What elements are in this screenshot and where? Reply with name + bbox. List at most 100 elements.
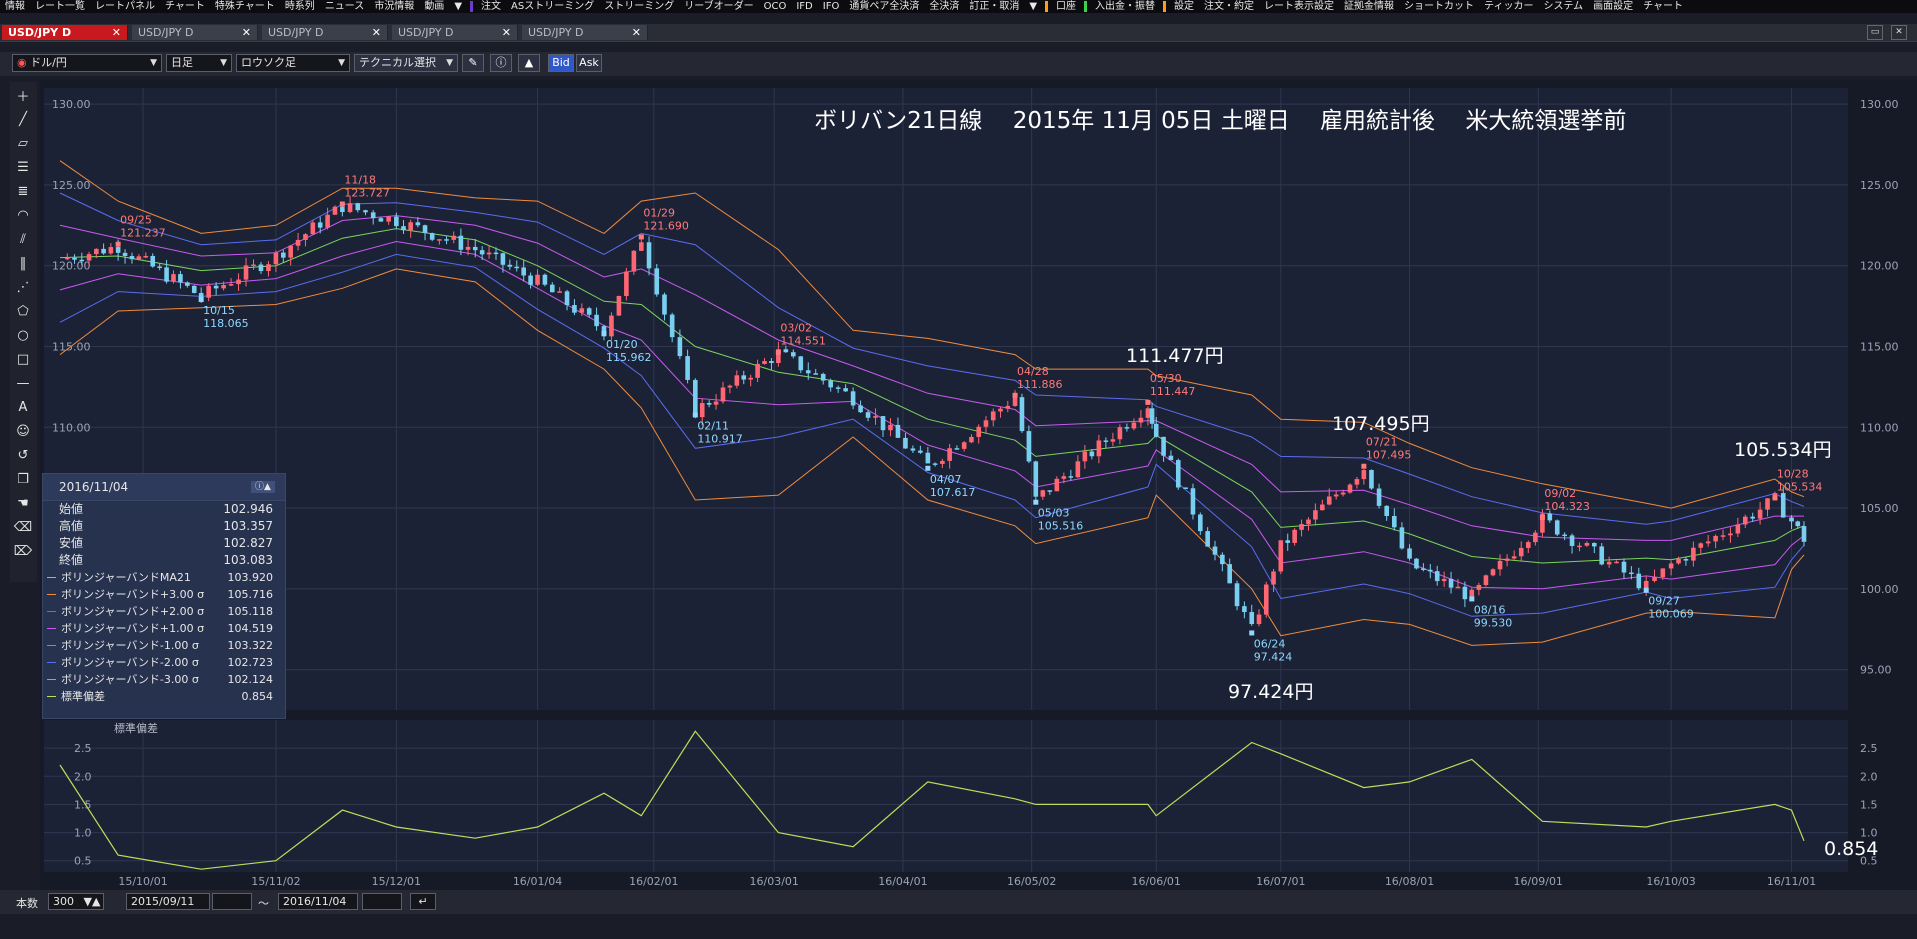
candle-body — [122, 252, 128, 257]
high-marker — [638, 234, 644, 240]
currency-pair-select[interactable]: ◉ ドル/円 ▼ — [12, 54, 162, 72]
menu-item[interactable]: ▼ — [449, 0, 467, 13]
menu-item[interactable]: チャート — [1638, 0, 1688, 13]
menu-item[interactable]: 設定 — [1169, 0, 1199, 13]
close-icon[interactable]: ✕ — [632, 25, 641, 40]
rotate-icon[interactable]: ↺ — [11, 444, 35, 466]
menu-item[interactable]: 通貨ペア全決済 — [844, 0, 924, 13]
horizontal-lines-icon[interactable]: ☰ — [11, 156, 35, 178]
menu-item[interactable]: チャート — [160, 0, 210, 13]
bar-count-select[interactable]: 300 ▼▲ — [48, 893, 104, 910]
draw-pen-button[interactable]: ✎ — [462, 54, 484, 72]
pitchfork-icon[interactable]: ⋰ — [11, 276, 35, 298]
menu-separator — [1045, 1, 1049, 12]
multi-lines-icon[interactable]: ≣ — [11, 180, 35, 202]
period-select[interactable]: 日足 ▼ — [166, 54, 232, 72]
hand-icon[interactable]: ☚ — [11, 492, 35, 514]
candle-body — [493, 252, 499, 255]
chart-type-select[interactable]: ロウソク足 ▼ — [236, 54, 350, 72]
crosshair-icon[interactable]: ＋ — [11, 84, 35, 106]
info-button[interactable]: ⓘ — [490, 54, 512, 72]
circle-icon[interactable]: ○ — [11, 324, 35, 346]
fan-icon[interactable]: ⫽ — [11, 228, 35, 250]
menu-item[interactable]: 市況情報 — [369, 0, 419, 13]
technical-select[interactable]: テクニカル選択 ▼ — [354, 54, 458, 72]
candle-body — [654, 268, 660, 295]
info-toggle-icon[interactable]: ⓘ▲ — [251, 481, 275, 493]
from-date-field[interactable]: 2015/09/11 — [126, 893, 210, 910]
menu-item[interactable]: リーブオーダー — [679, 0, 758, 13]
area-chart-button[interactable]: ▲ — [518, 54, 540, 72]
text-icon[interactable]: A — [11, 396, 35, 418]
to-date-value: 2016/11/04 — [283, 895, 347, 908]
menu-item[interactable]: 訂正・取消 — [964, 0, 1024, 13]
menu-item[interactable]: レートパネル — [90, 0, 160, 13]
low-marker — [1033, 499, 1039, 505]
apply-range-button[interactable]: ↵ — [410, 893, 436, 910]
period-value: 日足 — [171, 56, 193, 69]
menu-item[interactable]: 注文・約定 — [1199, 0, 1259, 13]
candle-body — [1096, 440, 1102, 457]
tab-usdjpy-4[interactable]: USD/JPY D ✕ — [392, 25, 518, 40]
menu-item[interactable]: 特殊チャート — [210, 0, 280, 13]
tab-usdjpy-2[interactable]: USD/JPY D ✕ — [132, 25, 258, 40]
menu-item[interactable]: ニュース — [320, 0, 370, 13]
chart-area[interactable]: 95.0095.00100.00100.00105.00105.00110.00… — [40, 80, 1917, 890]
menu-item[interactable]: ティッカー — [1479, 0, 1538, 13]
tab-usdjpy-3[interactable]: USD/JPY D ✕ — [262, 25, 388, 40]
to-date-field[interactable]: 2016/11/04 — [278, 893, 358, 910]
low-marker-date: 06/24 — [1254, 637, 1286, 650]
menu-item[interactable]: システム — [1538, 0, 1588, 13]
pentagon-icon[interactable]: ⬠ — [11, 300, 35, 322]
to-time-field[interactable] — [362, 893, 402, 910]
candle-body — [1278, 540, 1284, 572]
maximize-icon[interactable]: ▭ — [1867, 25, 1883, 40]
arc-icon[interactable]: ◠ — [11, 204, 35, 226]
candle-body — [295, 239, 301, 246]
tab-usdjpy-1[interactable]: USD/JPY D ✕ — [2, 25, 128, 40]
menu-item[interactable]: ショートカット — [1399, 0, 1479, 13]
candle-body — [1369, 469, 1374, 489]
close-icon[interactable]: ✕ — [502, 25, 511, 40]
trendline-icon[interactable]: ╱ — [11, 108, 35, 130]
candle-body — [1735, 524, 1741, 534]
high-marker — [339, 201, 345, 207]
menu-item[interactable]: ASストリーミング — [506, 0, 599, 13]
menu-item[interactable]: 動画 — [419, 0, 449, 13]
menu-item[interactable]: 画面設定 — [1588, 0, 1638, 13]
rectangle-icon[interactable]: □ — [11, 348, 35, 370]
close-window-icon[interactable]: ✕ — [1891, 25, 1907, 40]
menu-item[interactable]: ストリーミング — [599, 0, 679, 13]
menu-item[interactable]: レート表示設定 — [1259, 0, 1339, 13]
menu-item[interactable]: IFO — [818, 0, 845, 13]
close-icon[interactable]: ✕ — [242, 25, 251, 40]
menu-item[interactable]: 証拠金情報 — [1339, 0, 1399, 13]
menu-item[interactable]: 口座 — [1051, 0, 1081, 13]
icon-stamp-icon[interactable]: ☺ — [11, 420, 35, 442]
menu-item[interactable]: 時系列 — [280, 0, 320, 13]
erase-all-icon[interactable]: ⌦ — [11, 540, 35, 562]
eraser-icon[interactable]: ⌫ — [11, 516, 35, 538]
close-icon[interactable]: ✕ — [372, 25, 381, 40]
menu-item[interactable]: IFD — [791, 0, 817, 13]
ask-button[interactable]: Ask — [576, 54, 602, 72]
close-icon[interactable]: ✕ — [112, 25, 121, 40]
candle-body — [1421, 568, 1426, 570]
menu-item[interactable]: レート一覧 — [30, 0, 90, 13]
menu-item[interactable]: 入出金・振替 — [1090, 0, 1160, 13]
menu-item[interactable]: 注文 — [476, 0, 506, 13]
price-chart-svg[interactable]: 95.0095.00100.00100.00105.00105.00110.00… — [40, 80, 1917, 890]
menu-item[interactable]: 全決済 — [924, 0, 964, 13]
copy-icon[interactable]: ❐ — [11, 468, 35, 490]
menu-item[interactable]: ▼ — [1024, 0, 1042, 13]
candle-body — [1198, 514, 1203, 532]
menu-item[interactable]: 情報 — [0, 0, 30, 13]
ruler-icon[interactable]: ▱ — [11, 132, 35, 154]
tab-usdjpy-5[interactable]: USD/JPY D ✕ — [522, 25, 648, 40]
bid-button[interactable]: Bid — [548, 54, 574, 72]
menu-item[interactable]: OCO — [759, 0, 792, 13]
vertical-lines-icon[interactable]: ‖ — [11, 252, 35, 274]
candle-body — [1082, 451, 1088, 462]
from-time-field[interactable] — [212, 893, 252, 910]
horizontal-line-icon[interactable]: — — [11, 372, 35, 394]
